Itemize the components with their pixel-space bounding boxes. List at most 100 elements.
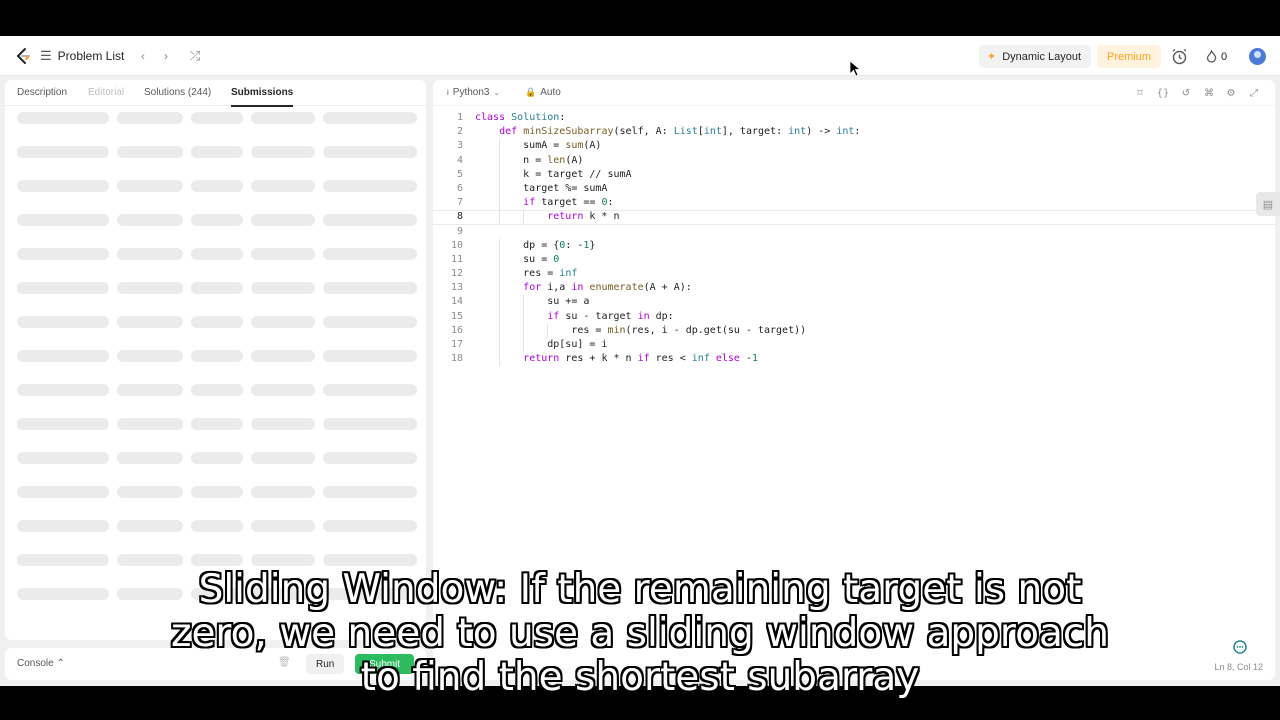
reset-icon[interactable]: ↺ [1179,86,1193,100]
skeleton-block [323,316,417,328]
skeleton-block [323,248,417,260]
skeleton-block [117,486,183,498]
code-line[interactable]: 3 sumA = sum(A) [433,139,1275,154]
tab-solutions[interactable]: Solutions (244) [144,87,211,98]
problem-list-button[interactable]: ☰ Problem List [40,48,124,64]
tab-editorial[interactable]: Editorial [88,87,124,98]
skeleton-block [17,180,109,192]
code-area[interactable]: 1 class Solution: 2 def minSizeSubarray(se… [433,111,1275,367]
code-line[interactable]: 15 if su - target in dp: [433,309,1275,324]
skeleton-row [17,384,417,396]
line-number: 10 [450,239,463,251]
chevron-left-icon: ‹ [141,49,145,63]
mouse-pointer-icon [849,60,861,77]
skeleton-block [117,282,183,294]
code-line[interactable]: 4 n = len(A) [433,153,1275,168]
shuffle-button[interactable]: ⤮ [186,47,204,65]
line-number: 9 [456,225,463,237]
skeleton-block [117,520,183,532]
code-line[interactable]: 6 target %= sumA [433,181,1275,197]
skeleton-row [17,214,417,226]
tab-description[interactable]: Description [17,87,67,98]
alarm-clock-icon[interactable] [1170,47,1189,66]
skeleton-block [17,418,109,430]
skeleton-block [17,112,109,124]
skeleton-block [323,282,417,294]
skeleton-block [117,316,183,328]
prev-problem-button[interactable]: ‹ [134,47,152,65]
skeleton-block [17,214,109,226]
shortcut-icon[interactable]: ⌘ [1202,86,1216,100]
skeleton-block [17,554,109,566]
subtitle-line: Sliding Window: If the remaining target … [198,567,1082,612]
code-line[interactable]: 16 res = min(res, i - dp.get(su - target… [433,323,1275,338]
sparkle-icon: ✦ [987,51,997,63]
code-line[interactable]: 8 return k * n [433,210,1275,225]
skeleton-block [251,146,315,158]
dynamic-layout-label: Dynamic Layout [1002,50,1082,63]
skeleton-block [191,146,243,158]
leetcode-logo-icon[interactable] [14,47,32,65]
skeleton-block [251,214,315,226]
skeleton-row [17,112,417,124]
code-text: su = 0 [475,253,560,265]
tab-submissions[interactable]: Submissions [231,87,294,107]
skeleton-block [251,452,315,464]
code-line[interactable]: 1 class Solution: [433,111,1275,125]
skeleton-block [17,384,109,396]
skeleton-block [323,418,417,430]
code-line[interactable]: 10 dp = {0: -1} [433,238,1275,253]
line-number: 3 [456,140,463,152]
skeleton-row [17,316,417,328]
auto-mode-label: Auto [540,87,561,98]
skeleton-block [323,520,417,532]
braces-icon[interactable]: {} [1156,86,1170,100]
skeleton-block [191,520,243,532]
skeleton-block [117,350,183,362]
gear-icon[interactable]: ⚙ [1224,86,1238,100]
code-line[interactable]: 2 def minSizeSubarray(self, A: List[int]… [433,125,1275,139]
skeleton-row [17,282,417,294]
code-text: return res + k * n if res < inf else -1 [523,353,759,365]
info-icon: i [447,88,449,97]
code-line[interactable]: 14 su += a [433,295,1275,310]
skeleton-block [117,554,183,566]
line-number: 2 [456,126,463,138]
code-text: target %= sumA [475,182,608,194]
auto-mode-toggle[interactable]: 🔒 Auto [525,87,561,98]
side-notes-button[interactable]: ▤ [1256,192,1280,216]
code-line[interactable]: 7 if target == 0: [433,196,1275,211]
line-number: 15 [450,310,463,322]
language-select[interactable]: i Python3 ⌄ [447,87,500,98]
bookmark-icon[interactable]: ⌑ [1133,86,1147,100]
line-number: 1 [456,112,463,123]
skeleton-block [191,112,243,124]
next-problem-button[interactable]: › [157,47,175,65]
premium-button[interactable]: Premium [1097,45,1162,68]
skeleton-block [17,146,109,158]
avatar[interactable] [1249,48,1266,65]
code-line[interactable]: 5 k = target // sumA [433,167,1275,182]
code-line[interactable]: 18 return res + k * n if res < inf else … [433,352,1275,367]
code-line[interactable]: 9 [433,225,1275,239]
skeleton-block [251,418,315,430]
skeleton-block [191,554,243,566]
skeleton-block [323,180,417,192]
chevron-right-icon: › [164,49,168,63]
code-line[interactable]: 11 su = 0 [433,252,1275,268]
expand-icon[interactable]: ⤢ [1247,86,1261,100]
line-number: 17 [450,339,463,350]
code-line[interactable]: 13 for i,a in enumerate(A + A): [433,281,1275,296]
code-text: k = target // sumA [475,168,632,180]
skeleton-block [191,418,243,430]
streak-counter[interactable]: 0 [1206,48,1227,65]
skeleton-row [17,180,417,192]
streak-count: 0 [1221,50,1228,63]
dynamic-layout-button[interactable]: ✦ Dynamic Layout [979,45,1092,68]
top-nav: ☰ Problem List ‹ › ⤮ ✦ Dynamic Layout Pr… [0,36,1280,76]
code-text: for i,a in enumerate(A + A): [523,282,692,294]
skeleton-row [17,248,417,260]
line-number: 5 [456,168,463,180]
code-line[interactable]: 12 res = inf [433,267,1275,282]
code-line[interactable]: 17 dp[su] = i [433,338,1275,353]
